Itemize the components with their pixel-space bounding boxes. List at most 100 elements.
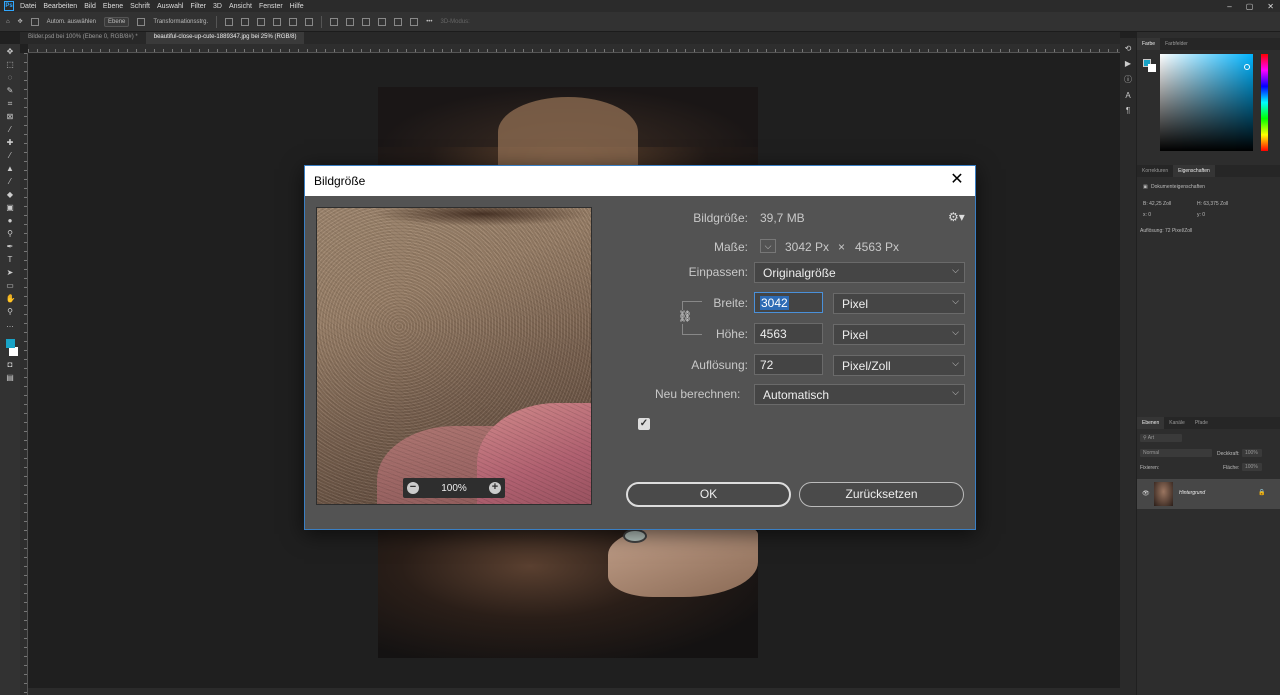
minimize-icon[interactable]: – <box>1227 2 1231 11</box>
history-brush-icon[interactable]: ⁄ <box>6 177 15 186</box>
move-tool-icon[interactable]: ✥ <box>6 47 15 56</box>
shape-tool-icon[interactable]: ▭ <box>6 281 15 290</box>
neu-berechnen-checkbox[interactable]: ✓ <box>638 418 650 430</box>
layer-select-dropdown[interactable]: Ebene <box>104 16 130 27</box>
history-icon[interactable]: ⟲ <box>1125 44 1132 53</box>
auto-select-checkbox[interactable] <box>30 17 39 26</box>
pen-tool-icon[interactable]: ✒ <box>6 242 15 251</box>
menu-3d[interactable]: 3D <box>213 3 222 10</box>
distribute-icon[interactable] <box>346 17 355 26</box>
distribute-icon[interactable] <box>394 17 403 26</box>
ok-button[interactable]: OK <box>626 482 791 507</box>
eyedropper-tool-icon[interactable]: ⁄ <box>6 125 15 134</box>
distribute-icon[interactable] <box>410 17 419 26</box>
image-preview[interactable]: − 100% + <box>316 207 592 505</box>
tab-kanaele[interactable]: Kanäle <box>1164 417 1190 429</box>
paragraph-icon[interactable]: ¶ <box>1126 106 1130 115</box>
background-color-swatch[interactable] <box>8 347 18 356</box>
crop-tool-icon[interactable]: ⌗ <box>6 99 15 108</box>
distribute-icon[interactable] <box>330 17 339 26</box>
character-icon[interactable]: A <box>1125 91 1130 100</box>
neu-berechnen-dropdown[interactable]: Automatisch ⌵ <box>754 384 965 405</box>
eye-icon[interactable]: 👁 <box>1142 490 1150 497</box>
tab-ebenen[interactable]: Ebenen <box>1137 417 1165 429</box>
menu-fenster[interactable]: Fenster <box>259 3 283 10</box>
brush-tool-icon[interactable]: ⁄ <box>6 151 15 160</box>
window-close-icon[interactable]: ✕ <box>1267 2 1274 11</box>
close-icon[interactable]: ✕ <box>949 172 965 188</box>
foreground-color-swatch[interactable] <box>5 339 15 348</box>
gear-icon[interactable]: ⚙▾ <box>948 210 965 224</box>
menu-ebene[interactable]: Ebene <box>103 3 123 10</box>
align-left-icon[interactable] <box>225 17 234 26</box>
quick-mask-icon[interactable]: ◘ <box>6 360 15 369</box>
maximize-icon[interactable]: ▢ <box>1246 2 1254 11</box>
tab-pfade[interactable]: Pfade <box>1190 417 1213 429</box>
chain-link-icon[interactable]: ⛓ <box>678 310 692 324</box>
align-center-icon[interactable] <box>241 17 250 26</box>
align-right-icon[interactable] <box>257 17 266 26</box>
align-bottom-icon[interactable] <box>305 17 314 26</box>
menu-ansicht[interactable]: Ansicht <box>229 3 252 10</box>
opacity-input[interactable]: 100% <box>1242 449 1262 457</box>
info-icon[interactable]: ⓘ <box>1124 74 1132 85</box>
transform-checkbox[interactable] <box>137 17 146 26</box>
panel-background-swatch[interactable] <box>1148 64 1156 72</box>
more-options-icon[interactable]: ••• <box>426 19 432 25</box>
einpassen-dropdown[interactable]: Originalgröße ⌵ <box>754 262 965 283</box>
layer-filter-dropdown[interactable]: ⚲ Art <box>1140 434 1182 442</box>
blur-tool-icon[interactable]: ● <box>6 216 15 225</box>
aufloesung-unit-dropdown[interactable]: Pixel/Zoll ⌵ <box>833 355 965 376</box>
distribute-icon[interactable] <box>378 17 387 26</box>
frame-tool-icon[interactable]: ⊠ <box>6 112 15 121</box>
stamp-tool-icon[interactable]: ▲ <box>6 164 15 173</box>
tab-bilder-psd[interactable]: Bilder.psd bei 100% (Ebene 0, RGB/8#) * <box>20 32 146 44</box>
color-picker-field[interactable] <box>1160 54 1253 151</box>
home-icon[interactable]: ⌂ <box>6 19 10 25</box>
tab-eigenschaften[interactable]: Eigenschaften <box>1173 165 1215 177</box>
play-icon[interactable]: ▶ <box>1125 59 1131 68</box>
menu-bearbeiten[interactable]: Bearbeiten <box>43 3 77 10</box>
breite-input[interactable]: 3042 <box>754 292 823 313</box>
lasso-tool-icon[interactable]: ◌ <box>6 73 15 82</box>
align-middle-icon[interactable] <box>289 17 298 26</box>
zoom-out-icon[interactable]: − <box>407 482 419 494</box>
menu-schrift[interactable]: Schrift <box>130 3 150 10</box>
layer-name[interactable]: Hintergrund <box>1179 490 1205 496</box>
more-tools-icon[interactable]: … <box>6 320 15 329</box>
eraser-tool-icon[interactable]: ◆ <box>6 190 15 199</box>
tab-farbfelder[interactable]: Farbfelder <box>1160 38 1193 50</box>
masse-unit-dropdown[interactable]: ⌵ <box>760 239 776 253</box>
menu-hilfe[interactable]: Hilfe <box>290 3 304 10</box>
hand-tool-icon[interactable]: ✋ <box>6 294 16 303</box>
tab-korrekturen[interactable]: Korrekturen <box>1137 165 1173 177</box>
zoom-in-icon[interactable]: + <box>488 482 501 494</box>
hoehe-unit-dropdown[interactable]: Pixel ⌵ <box>833 324 965 345</box>
distribute-icon[interactable] <box>362 17 371 26</box>
tab-farbe[interactable]: Farbe <box>1137 38 1161 50</box>
blend-mode-dropdown[interactable]: Normal <box>1140 449 1212 457</box>
move-tool-icon[interactable]: ✥ <box>18 18 23 25</box>
menu-datei[interactable]: Datei <box>20 3 36 10</box>
quick-select-tool-icon[interactable]: ✎ <box>6 86 15 95</box>
screen-mode-icon[interactable]: ▤ <box>6 373 15 382</box>
align-top-icon[interactable] <box>273 17 282 26</box>
aufloesung-input[interactable]: 72 <box>754 354 823 375</box>
gradient-tool-icon[interactable]: ▣ <box>6 203 15 212</box>
tab-beautiful-close-up[interactable]: beautiful-close-up-cute-1889347.jpg bei … <box>145 32 305 44</box>
menu-bild[interactable]: Bild <box>84 3 96 10</box>
breite-unit-dropdown[interactable]: Pixel ⌵ <box>833 293 965 314</box>
fill-input[interactable]: 100% <box>1242 463 1262 471</box>
reset-button[interactable]: Zurücksetzen <box>799 482 964 507</box>
lock-icon[interactable]: 🔒 <box>1258 489 1265 496</box>
layer-row[interactable]: 👁 Hintergrund 🔒 <box>1137 479 1280 509</box>
path-select-icon[interactable]: ➤ <box>6 268 15 277</box>
marquee-tool-icon[interactable]: ⬚ <box>6 60 15 69</box>
hoehe-input[interactable]: 4563 <box>754 323 823 344</box>
zoom-tool-icon[interactable]: ⚲ <box>6 307 15 316</box>
healing-tool-icon[interactable]: ✚ <box>6 138 15 147</box>
menu-auswahl[interactable]: Auswahl <box>157 3 183 10</box>
menu-filter[interactable]: Filter <box>190 3 206 10</box>
color-picker-cursor[interactable] <box>1244 64 1250 70</box>
dodge-tool-icon[interactable]: ⚲ <box>6 229 15 238</box>
